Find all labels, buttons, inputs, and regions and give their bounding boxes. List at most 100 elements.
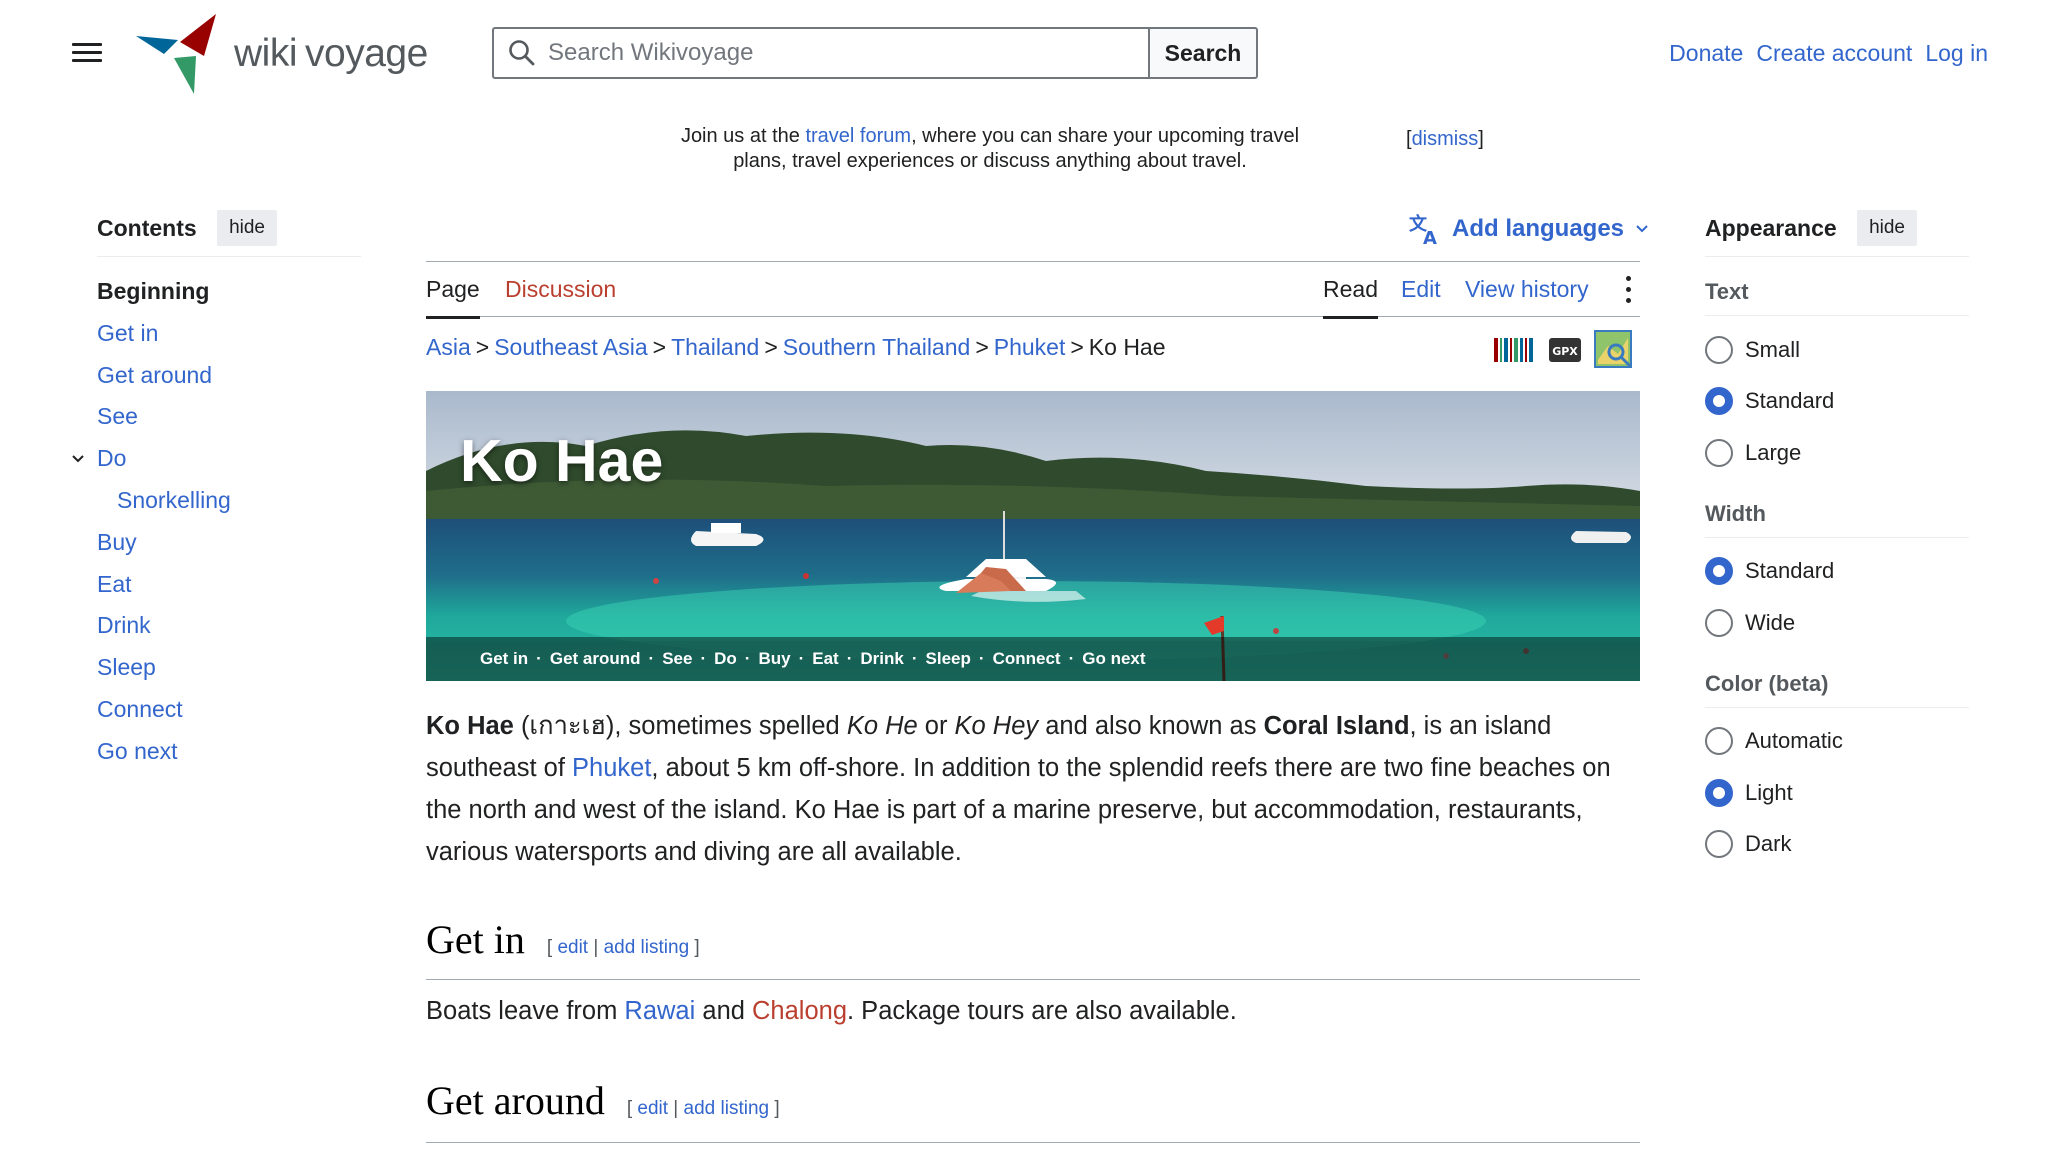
gpx-download-icon[interactable]: GPX [1548,335,1582,365]
radio-color-light[interactable] [1705,778,1733,807]
rawai-link[interactable]: Rawai [624,997,695,1025]
breadcrumb-southeast-asia[interactable]: Southeast Asia [494,334,647,360]
banner-nav-buy[interactable]: Buy [758,649,790,669]
more-actions-icon[interactable] [1624,274,1632,304]
site-notice: Join us at the travel forum, where you c… [660,124,1320,174]
radio-standard[interactable] [1705,387,1733,416]
donate-link[interactable]: Donate [1669,40,1743,67]
toc-item-sleep[interactable]: Sleep [97,647,361,689]
color-dark-option[interactable]: Dark [1705,819,1969,871]
toc-item-see[interactable]: See [97,396,361,438]
appearance-panel: Appearance hide Text Small Standard Larg… [1705,210,1969,870]
tab-page[interactable]: Page [426,276,480,319]
toc-item-snorkelling[interactable]: Snorkelling [97,480,361,522]
radio-small[interactable] [1705,335,1733,364]
breadcrumb-phuket[interactable]: Phuket [994,334,1066,360]
breadcrumb-asia[interactable]: Asia [426,334,471,360]
color-title: Color (beta) [1705,663,1969,708]
radio-width-standard[interactable] [1705,557,1733,586]
tab-read[interactable]: Read [1323,276,1378,319]
width-standard-option[interactable]: Standard [1705,546,1969,598]
chevron-down-icon [1636,225,1648,233]
toc-item-do-label: Do [97,445,127,472]
tab-edit[interactable]: Edit [1401,276,1441,316]
text-size-small-option[interactable]: Small [1705,324,1969,376]
lead-paragraph: Ko Hae (เกาะเฮ), sometimes spelled Ko He… [426,712,1611,866]
phuket-link[interactable]: Phuket [572,754,651,782]
toc-hide-button[interactable]: hide [217,210,277,246]
toc-item-drink[interactable]: Drink [97,605,361,647]
toc-item-get-around[interactable]: Get around [97,355,361,397]
wikivoyage-logo[interactable]: wiki voyage [134,12,434,96]
width-wide-option[interactable]: Wide [1705,597,1969,649]
gpx-label: GPX [1552,345,1578,358]
banner-nav-do[interactable]: Do [714,649,737,669]
page-indicators: GPX [1494,330,1634,370]
toc-item-connect[interactable]: Connect [97,689,361,731]
banner-nav-eat[interactable]: Eat [812,649,838,669]
search-icon [509,40,535,66]
toc-item-do[interactable]: Do [72,438,361,480]
toc-item-get-in[interactable]: Get in [97,313,361,355]
language-icon: 文 A [1409,213,1437,246]
breadcrumb-current: Ko Hae [1088,334,1166,360]
get-in-paragraph: Boats leave from Rawai and Chalong. Pack… [426,997,1237,1025]
section-heading-get-in: Get in [ edit | add listing ] [426,916,1640,980]
get-in-edit-link[interactable]: edit [557,937,588,958]
color-light-option[interactable]: Light [1705,767,1969,819]
breadcrumb-southern-thailand[interactable]: Southern Thailand [783,334,971,360]
search-form: Search [492,27,1258,79]
banner-nav-drink[interactable]: Drink [860,649,903,669]
text-size-large-option[interactable]: Large [1705,427,1969,479]
get-in-add-listing-link[interactable]: add listing [604,937,690,958]
banner-nav-get-in[interactable]: Get in [480,649,528,669]
search-input[interactable] [548,39,1148,67]
get-around-edit-link[interactable]: edit [637,1098,668,1119]
color-automatic-option[interactable]: Automatic [1705,716,1969,768]
toc-item-go-next[interactable]: Go next [97,731,361,773]
radio-large[interactable] [1705,438,1733,467]
log-in-link[interactable]: Log in [1925,40,1988,67]
radio-width-wide[interactable] [1705,608,1733,637]
create-account-link[interactable]: Create account [1756,40,1912,67]
banner-nav-sleep[interactable]: Sleep [926,649,971,669]
toc-title: Contents [97,214,197,241]
get-around-add-listing-link[interactable]: add listing [684,1098,770,1119]
chevron-down-icon[interactable] [70,451,86,467]
section-heading-get-around: Get around [ edit | add listing ] [426,1077,1640,1143]
get-around-title: Get around [426,1078,605,1123]
travel-forum-link[interactable]: travel forum [805,125,911,147]
text-size-standard-option[interactable]: Standard [1705,376,1969,428]
radio-color-dark[interactable] [1705,830,1733,859]
appearance-hide-button[interactable]: hide [1857,210,1917,246]
appearance-title: Appearance [1705,214,1837,241]
dismiss-notice: [dismiss] [1406,128,1484,150]
breadcrumb-thailand[interactable]: Thailand [671,334,759,360]
search-field[interactable] [492,27,1148,79]
banner-nav-get-around[interactable]: Get around [550,649,641,669]
main-menu-button[interactable] [70,38,104,66]
radio-color-automatic[interactable] [1705,727,1733,756]
toc-item-beginning[interactable]: Beginning [97,271,361,313]
page-tabs: Page Discussion Read Edit View history [426,262,1640,319]
user-links: Donate Create account Log in [1669,40,1988,67]
banner-nav-connect[interactable]: Connect [993,649,1061,669]
dismiss-link[interactable]: dismiss [1412,128,1479,150]
notice-text-prefix: Join us at the [680,125,806,147]
text-size-title: Text [1705,271,1969,316]
banner-nav-go-next[interactable]: Go next [1082,649,1145,669]
tab-view-history[interactable]: View history [1465,276,1589,316]
logo-wordmark: wiki voyage [234,32,428,75]
chalong-link[interactable]: Chalong [752,997,847,1025]
add-languages-button[interactable]: 文 A Add languages [1408,212,1650,246]
toc-item-eat[interactable]: Eat [97,564,361,606]
search-button[interactable]: Search [1148,27,1258,79]
get-around-edit-links: [ edit | add listing ] [626,1098,780,1119]
banner-nav-see[interactable]: See [662,649,692,669]
map-icon[interactable] [1594,330,1634,370]
banner-section-nav: Get in · Get around · See · Do · Buy · Eat · D… [426,637,1640,681]
tab-discussion[interactable]: Discussion [505,276,616,316]
toc-item-buy[interactable]: Buy [97,522,361,564]
wikidata-barcode-icon[interactable] [1494,336,1536,364]
table-of-contents: Contents hide Beginning Get in Get aroun… [72,210,361,773]
